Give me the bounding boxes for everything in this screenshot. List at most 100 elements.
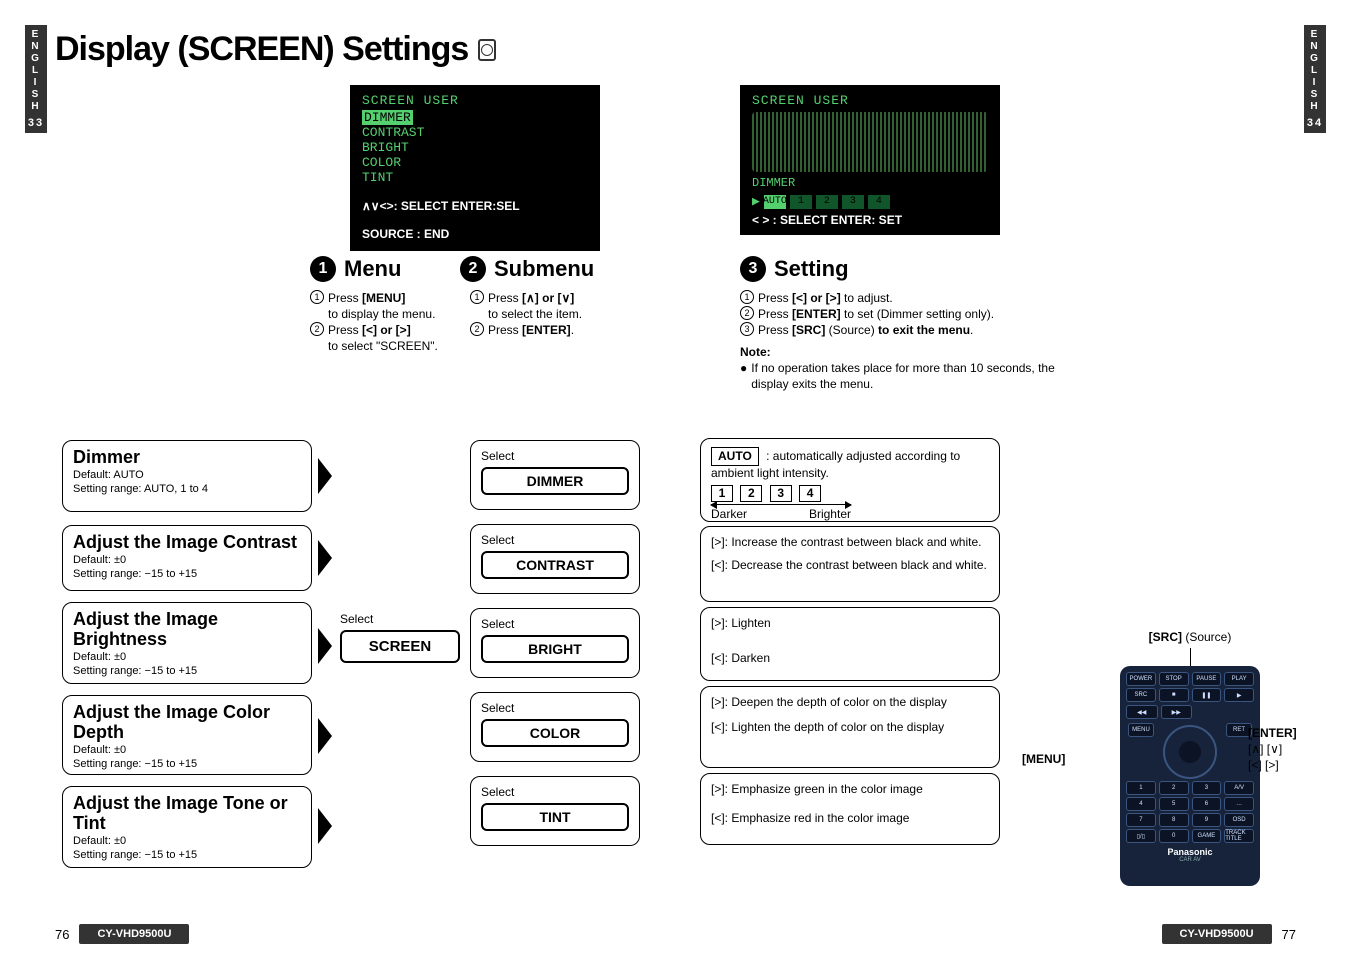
remote-key-3[interactable]: 3 <box>1192 781 1222 795</box>
osd-item-color: COLOR <box>362 155 588 170</box>
osd-right-header: SCREEN USER <box>752 93 988 108</box>
contrast-decrease: [<]: Decrease the contrast between black… <box>711 558 989 573</box>
src-suffix: (Source) <box>1182 630 1231 644</box>
darker-label: Darker <box>711 507 747 522</box>
remote-key-0[interactable]: 0 <box>1159 829 1189 843</box>
label-enter: [ENTER] <box>1248 726 1297 740</box>
arrow-icon <box>318 628 332 664</box>
remote-key-9[interactable]: 9 <box>1192 813 1222 827</box>
page-title: Display (SCREEN) Settings <box>55 30 468 69</box>
remote-enter-button[interactable] <box>1179 741 1201 763</box>
opt-tint-title: Adjust the Image Tone or Tint <box>73 793 301 833</box>
screen-value: SCREEN <box>340 630 460 663</box>
osd-dimmer-label: DIMMER <box>752 176 795 190</box>
submenu-color: Select COLOR <box>470 692 640 762</box>
remote-track-next[interactable]: ▶▶ <box>1161 705 1193 719</box>
osd-n3: 3 <box>842 195 864 209</box>
remote-key-aspect[interactable]: ▯/▯ <box>1126 829 1156 843</box>
remote-key-2[interactable]: 2 <box>1159 781 1189 795</box>
osd-screen-menu: SCREEN USER DIMMER CONTRAST BRIGHT COLOR… <box>350 85 600 251</box>
footer-model-left: CY-VHD9500U <box>79 924 189 944</box>
remote-pause-button[interactable]: PAUSE <box>1192 672 1222 686</box>
remote-power-button[interactable]: POWER <box>1126 672 1156 686</box>
remote-track-prev[interactable]: ◀◀ <box>1126 705 1158 719</box>
side-tab-left: ENGLISH 33 <box>25 25 47 133</box>
heading-menu: 1 Menu <box>310 256 401 282</box>
heading-menu-text: Menu <box>344 256 401 282</box>
number-3-icon: 3 <box>740 256 766 282</box>
osd-n4: 4 <box>868 195 890 209</box>
page-title-row: Display (SCREEN) Settings <box>55 30 496 69</box>
remote-key-track[interactable]: TRACK TITLE <box>1224 829 1254 843</box>
remote-key-8[interactable]: 8 <box>1159 813 1189 827</box>
submenu-tint: Select TINT <box>470 776 640 846</box>
heading-submenu: 2 Submenu <box>460 256 594 282</box>
osd-header: SCREEN USER <box>362 93 588 108</box>
footer-page-77: 77 <box>1282 927 1296 942</box>
remote-brand: Panasonic <box>1126 847 1254 857</box>
color-lighten: [<]: Lighten the depth of color on the d… <box>711 720 989 735</box>
src-label: [SRC] <box>1149 630 1182 644</box>
heading-setting-text: Setting <box>774 256 849 282</box>
page-right-num: 34 <box>1304 117 1326 129</box>
option-card-brightness: Adjust the Image Brightness Default: ±0 … <box>62 602 312 684</box>
remote-key-1[interactable]: 1 <box>1126 781 1156 795</box>
arrow-icon <box>318 540 332 576</box>
remote-control-diagram: [SRC] (Source) POWER STOP PAUSE PLAY SRC… <box>1060 630 1320 886</box>
remote-key-4[interactable]: 4 <box>1126 797 1156 811</box>
remote-key-game[interactable]: GAME <box>1192 829 1222 843</box>
side-tab-right: ENGLISH 34 <box>1304 25 1326 133</box>
remote-key-6[interactable]: 6 <box>1192 797 1222 811</box>
page-left-num: 33 <box>25 117 47 129</box>
setting-bright: [>]: Lighten [<]: Darken <box>700 607 1000 681</box>
instructions-setting: 1Press [<] or [>] to adjust. 2Press [ENT… <box>740 290 1060 392</box>
osd-item-contrast: CONTRAST <box>362 125 588 140</box>
osd-footer-1: ∧∨<>: SELECT ENTER:SEL <box>362 199 588 213</box>
osd-footer-2: SOURCE : END <box>362 227 588 241</box>
remote-play-button[interactable]: PLAY <box>1224 672 1254 686</box>
number-1-icon: 1 <box>310 256 336 282</box>
bright-darken: [<]: Darken <box>711 651 989 666</box>
remote-key-osd[interactable]: OSD <box>1224 813 1254 827</box>
heading-submenu-text: Submenu <box>494 256 594 282</box>
arrow-icon <box>318 718 332 754</box>
select-label: Select <box>340 612 460 626</box>
osd-dimmer-setting: SCREEN USER DIMMER ▶ AUTO 1 2 3 4 < > : … <box>740 85 1000 235</box>
note-label: Note: <box>740 345 771 359</box>
setting-contrast: [>]: Increase the contrast between black… <box>700 526 1000 602</box>
opt-contrast-title: Adjust the Image Contrast <box>73 532 301 552</box>
remote-dpad[interactable] <box>1163 725 1217 779</box>
remote-play-icon[interactable]: ▶ <box>1224 688 1254 702</box>
footer-left: 76 CY-VHD9500U <box>55 924 189 944</box>
contrast-increase: [>]: Increase the contrast between black… <box>711 535 989 550</box>
remote-pause-icon[interactable]: ❚❚ <box>1192 688 1222 702</box>
submenu-dimmer: Select DIMMER <box>470 440 640 510</box>
footer-page-76: 76 <box>55 927 69 942</box>
option-card-dimmer: Dimmer Default: AUTO Setting range: AUTO… <box>62 440 312 512</box>
heading-setting: 3 Setting <box>740 256 849 282</box>
option-card-tint: Adjust the Image Tone or Tint Default: ±… <box>62 786 312 868</box>
opt-dimmer-title: Dimmer <box>73 447 301 467</box>
option-card-contrast: Adjust the Image Contrast Default: ±0 Se… <box>62 525 312 591</box>
remote-src-button[interactable]: SRC <box>1126 688 1156 702</box>
opt-bright-title: Adjust the Image Brightness <box>73 609 301 649</box>
submenu-contrast: Select CONTRAST <box>470 524 640 594</box>
remote-key-av[interactable]: A/V <box>1224 781 1254 795</box>
remote-stop-icon[interactable]: ■ <box>1159 688 1189 702</box>
osd-graphic <box>752 112 988 172</box>
remote-key-opt[interactable]: … <box>1224 797 1254 811</box>
label-updown: [∧] [∨] <box>1248 742 1282 756</box>
submenu-bright: Select BRIGHT <box>470 608 640 678</box>
bright-lighten: [>]: Lighten <box>711 616 989 631</box>
osd-right-footer: < > : SELECT ENTER: SET <box>752 213 988 227</box>
label-menu: [MENU] <box>1022 752 1065 766</box>
remote-key-7[interactable]: 7 <box>1126 813 1156 827</box>
footer-right: CY-VHD9500U 77 <box>1162 924 1296 944</box>
setting-color: [>]: Deepen the depth of color on the di… <box>700 686 1000 768</box>
label-leftright: [<] [>] <box>1248 758 1279 772</box>
tint-green: [>]: Emphasize green in the color image <box>711 782 989 797</box>
color-deepen: [>]: Deepen the depth of color on the di… <box>711 695 989 710</box>
remote-key-5[interactable]: 5 <box>1159 797 1189 811</box>
remote-stop-button[interactable]: STOP <box>1159 672 1189 686</box>
remote-menu-button[interactable]: MENU <box>1128 723 1154 737</box>
